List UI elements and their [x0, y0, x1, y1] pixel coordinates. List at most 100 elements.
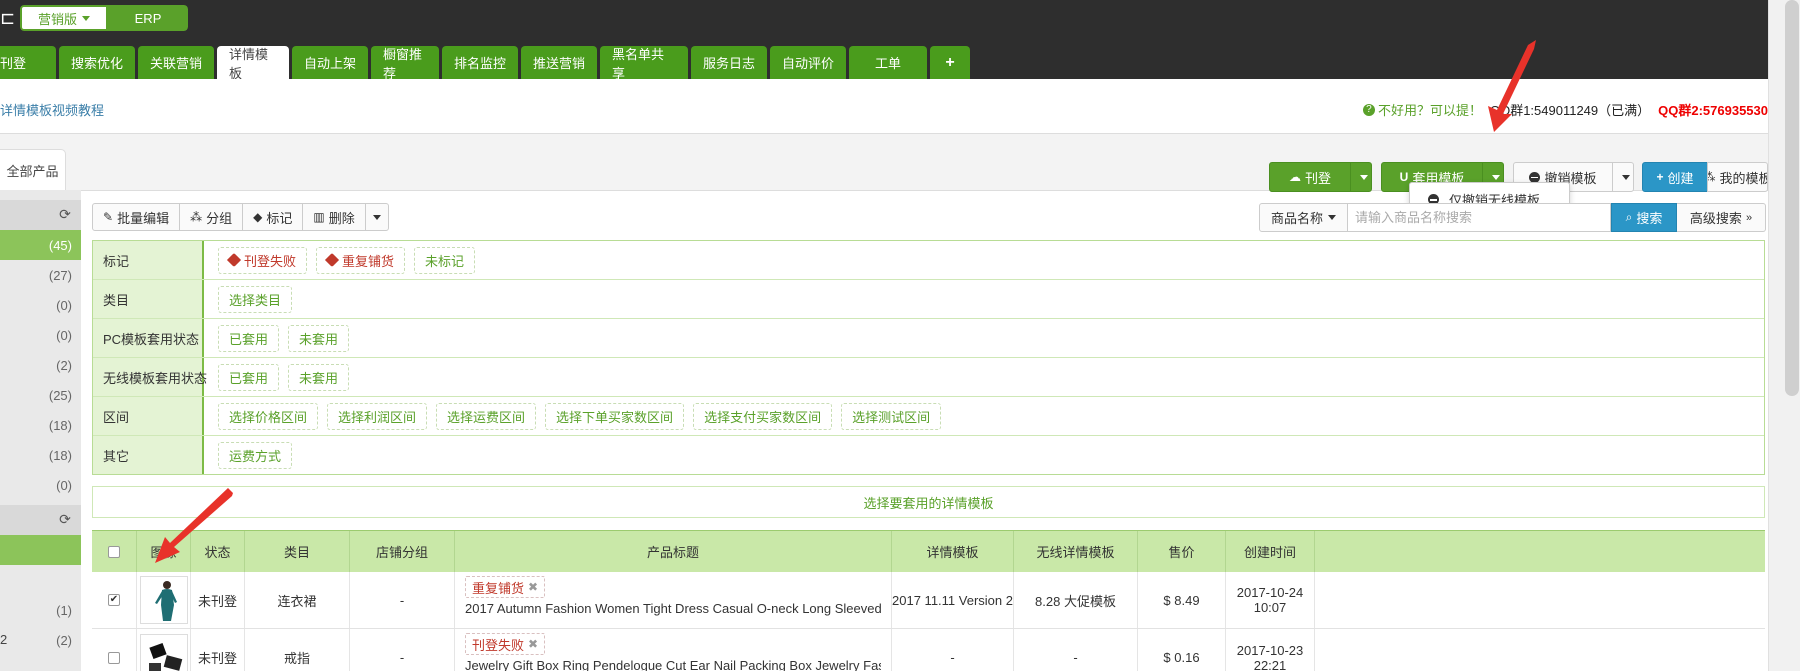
feedback-link[interactable]: 不好用？可以提！ [1378, 100, 1482, 119]
tab-3[interactable]: 详情模板 [217, 46, 289, 81]
filter-chip[interactable]: 未套用 [288, 363, 350, 391]
column-header[interactable]: 店铺分组 [350, 531, 455, 572]
sidebar-item-count[interactable]: (1) [0, 595, 72, 625]
filter-chip[interactable]: 选择类目 [218, 285, 293, 313]
filter-chip[interactable]: 重复铺货 [316, 246, 406, 274]
revoke-template-dropdown-toggle[interactable] [1612, 162, 1634, 192]
tab-all-products[interactable]: 全部产品 [0, 149, 66, 191]
sidebar-item-count[interactable]: (0) [0, 320, 72, 350]
search-field-select[interactable]: 商品名称 [1259, 203, 1348, 232]
tab-10[interactable]: 自动评价 [770, 46, 846, 79]
column-header[interactable]: 产品标题 [455, 531, 892, 572]
table-row[interactable]: 未刊登 戒指 - 刊登失败 ✖ Jewelry Gift Box Ring Pendelo… [92, 629, 1765, 671]
column-header[interactable]: 图像 [137, 531, 191, 572]
advanced-search-label: 高级搜索 [1689, 211, 1742, 226]
tab-8[interactable]: 黑名单共享 [600, 46, 688, 81]
filter-chip[interactable]: 未标记 [414, 246, 476, 274]
filter-chip-label: 选择下单买家数区间 [556, 409, 674, 425]
chevron-down-icon [1359, 174, 1368, 180]
version-marketing-label: 营销版 [38, 11, 78, 27]
remove-tag-icon[interactable]: ✖ [528, 637, 538, 651]
version-erp-button[interactable]: ERP [108, 5, 189, 31]
edit-toolbar: ✎ 批量编辑 ⁂ 分组 ◆ 标记 ▥ 删除 [92, 203, 389, 231]
sidebar-item-count[interactable]: (0) [0, 290, 72, 320]
sidebar-item-count[interactable]: (25) [0, 380, 72, 410]
filter-chip[interactable]: 选择价格区间 [218, 402, 319, 430]
filter-chip[interactable]: 运费方式 [218, 441, 293, 469]
sidebar-item-count[interactable]: (2) [0, 625, 72, 655]
sidebar-item-count[interactable]: (2) [0, 350, 72, 380]
filter-chip[interactable]: 已套用 [218, 363, 280, 391]
search-button[interactable]: ⌕ 搜索 [1611, 203, 1677, 232]
batch-edit-button[interactable]: ✎ 批量编辑 [92, 203, 181, 231]
filter-chip[interactable]: 选择利润区间 [327, 402, 428, 430]
filter-chip-label: 选择运费区间 [447, 409, 526, 425]
column-header[interactable]: 类目 [245, 531, 350, 572]
column-header[interactable]: 无线详情模板 [1014, 531, 1138, 572]
sidebar-item-count[interactable]: (27) [0, 260, 72, 290]
filter-row: 区间 选择价格区间 选择利润区间 选择运费区间 选择下单买家数区间 选择支付买家数区间 选择… [93, 397, 1764, 436]
column-header[interactable]: 创建时间 [1226, 531, 1315, 572]
edit-more-dropdown-toggle[interactable] [364, 203, 389, 231]
column-header[interactable]: 详情模板 [892, 531, 1014, 572]
advanced-search-button[interactable]: 高级搜索» [1677, 203, 1766, 232]
template-select-bar[interactable]: 选择要套用的详情模板 [92, 486, 1765, 518]
create-button[interactable]: + 创建 [1642, 162, 1708, 192]
publish-dropdown-toggle[interactable] [1350, 162, 1372, 192]
tab-11[interactable]: 工单 [849, 46, 927, 79]
publish-button[interactable]: ☁ 刊登 [1269, 162, 1351, 192]
created-time-cell: 2017-10-24 10:07 [1226, 572, 1315, 628]
sidebar-item-count[interactable]: (18) [0, 440, 72, 470]
group-button[interactable]: ⁂ 分组 [179, 203, 244, 231]
filter-panel: 标记 刊登失败 重复铺货 未标记 类目 选择类目 PC模板套用状态 已套用 未套用 无线模板套用状… [92, 240, 1765, 475]
my-templates-button[interactable]: ⁂我的模板 [1707, 162, 1768, 192]
product-title-cell: 重复铺货 ✖ 2017 Autumn Fashion Women Tight Dre… [455, 572, 892, 628]
tab-7[interactable]: 推送营销 [521, 46, 597, 79]
filter-chip[interactable]: 选择下单买家数区间 [545, 402, 685, 430]
tutorial-link[interactable]: 详情模板视频教程 [0, 100, 104, 119]
filter-chip-label: 未套用 [299, 370, 339, 386]
filter-chip[interactable]: 选择支付买家数区间 [693, 402, 833, 430]
mark-button[interactable]: ◆ 标记 [242, 203, 304, 231]
sidebar-item-count[interactable]: (18) [0, 410, 72, 440]
tab-9[interactable]: 服务日志 [691, 46, 767, 79]
filter-chip[interactable]: 未套用 [288, 324, 350, 352]
sidebar-item-count[interactable]: (45) [0, 230, 81, 260]
product-thumbnail[interactable] [139, 633, 188, 671]
row-checkbox[interactable] [108, 651, 120, 664]
column-header[interactable]: 状态 [191, 531, 245, 572]
version-marketing-button[interactable]: 营销版 [20, 5, 109, 31]
tab-12[interactable]: + [930, 46, 970, 79]
remove-tag-icon[interactable]: ✖ [528, 580, 538, 594]
sidebar-item-active[interactable] [0, 535, 81, 565]
tab-0[interactable]: 刊登 [0, 46, 56, 79]
product-title-text[interactable]: 2017 Autumn Fashion Women Tight Dress Ca… [465, 601, 881, 616]
filter-chip[interactable]: 选择运费区间 [436, 402, 537, 430]
refresh-icon[interactable]: ⟳ [58, 512, 72, 526]
select-all-checkbox[interactable] [108, 545, 120, 558]
sidebar-item-count[interactable]: (0) [0, 470, 72, 500]
tab-4[interactable]: 自动上架 [292, 46, 368, 79]
qq-group-2: QQ群2:576935530 [1658, 103, 1768, 118]
table-row[interactable]: ✔ 未刊登 连衣裙 - 重复铺货 ✖ 2017 Autumn Fashion Women T… [92, 572, 1765, 629]
delete-button[interactable]: ▥ 删除 [302, 203, 366, 231]
filter-chip-label: 选择类目 [229, 292, 282, 308]
product-thumbnail[interactable] [139, 576, 188, 624]
tab-6[interactable]: 排名监控 [442, 46, 518, 79]
refresh-icon[interactable]: ⟳ [58, 207, 72, 221]
product-title-text[interactable]: Jewelry Gift Box Ring Pendelogue Cut Ear… [465, 658, 881, 671]
tab-5[interactable]: 橱窗推荐 [371, 46, 439, 81]
tab-2[interactable]: 关联营销 [138, 46, 214, 79]
scrollbar-thumb[interactable] [1785, 0, 1799, 396]
filter-chip-label: 选择支付买家数区间 [704, 409, 822, 425]
column-header[interactable]: 售价 [1138, 531, 1226, 572]
filter-chip[interactable]: 刊登失败 [218, 246, 308, 274]
search-input[interactable] [1348, 203, 1611, 232]
filter-label: PC模板套用状态 [93, 319, 204, 357]
row-checkbox[interactable]: ✔ [108, 594, 120, 606]
filter-chip[interactable]: 选择测试区间 [841, 402, 942, 430]
tab-1[interactable]: 搜索优化 [59, 46, 135, 79]
chevron-down-icon [372, 214, 381, 220]
filter-chip[interactable]: 已套用 [218, 324, 280, 352]
filter-options: 已套用 未套用 [204, 358, 358, 396]
